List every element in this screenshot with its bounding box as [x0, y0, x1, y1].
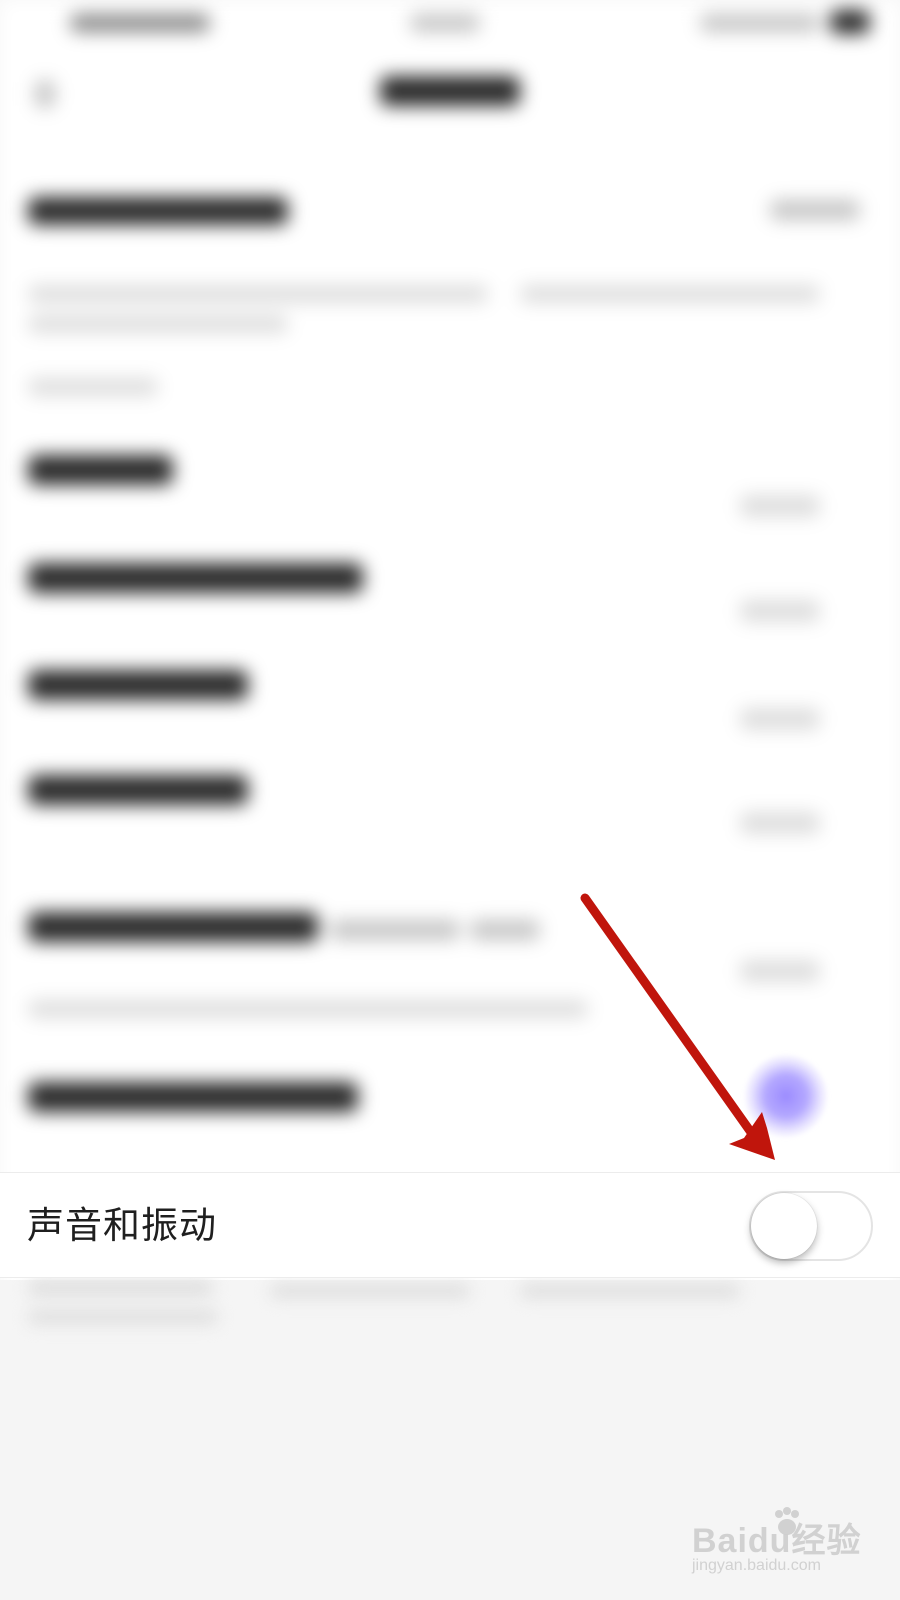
- paw-icon: [775, 1507, 799, 1535]
- touch-highlight-indicator: [745, 1055, 827, 1137]
- sound-vibration-label: 声音和振动: [27, 1204, 217, 1247]
- sound-vibration-toggle[interactable]: [749, 1191, 873, 1261]
- settings-row-sound-vibration[interactable]: 声音和振动: [0, 1172, 900, 1278]
- baidu-jingyan-watermark: Baidu经验 jingyan.baidu.com: [692, 1505, 862, 1585]
- toggle-knob: [751, 1193, 817, 1259]
- watermark-url: jingyan.baidu.com: [692, 1557, 821, 1574]
